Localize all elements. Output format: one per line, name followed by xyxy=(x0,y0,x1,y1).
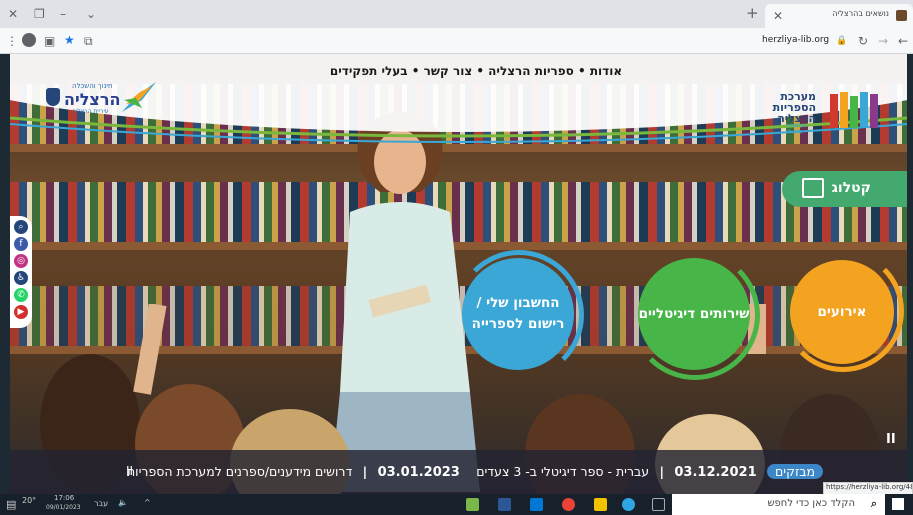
top-navigation[interactable]: אודות • ספריות הרצליה • צור קשר • בעלי ת… xyxy=(326,64,626,78)
my-account-register-button[interactable]: החשבון שלי / רישום לספרייה xyxy=(462,258,574,370)
outlook-icon[interactable] xyxy=(530,498,543,511)
taskbar-language[interactable]: עבר xyxy=(94,499,108,508)
search-icon: ⌕ xyxy=(870,497,877,510)
lock-icon[interactable]: 🔒 xyxy=(836,34,847,48)
url-field[interactable]: herzliya-lib.org xyxy=(762,35,829,45)
volume-icon[interactable]: 🔈 xyxy=(118,498,128,507)
tab-title: נושאים בהרצליה xyxy=(832,9,889,18)
word-icon[interactable] xyxy=(498,498,511,511)
notifications-icon[interactable]: ▤ xyxy=(6,498,16,511)
tab-favicon-icon xyxy=(896,10,907,21)
browser-tab[interactable]: ✕ נושאים בהרצליה xyxy=(765,4,913,28)
herzliya-education-logo[interactable]: חינוך והשכלה הרצליה עיריית הרצליה xyxy=(46,82,156,118)
restore-icon[interactable]: ❐ xyxy=(34,7,45,21)
windows-start-icon[interactable] xyxy=(892,498,904,510)
accessibility-icon[interactable]: ♿ xyxy=(14,271,28,285)
news-item-1-text[interactable]: עברית - ספר דיגיטלי ב- 3 צעדים xyxy=(476,464,649,479)
edge-icon[interactable] xyxy=(622,498,635,511)
minimize-icon[interactable]: – xyxy=(60,7,66,21)
collections-icon[interactable]: ⧉ xyxy=(84,34,93,48)
search-icon[interactable]: ⌕ xyxy=(14,220,28,234)
tab-dropdown-icon[interactable]: ⌄ xyxy=(86,7,96,21)
taskbar-temp: 20° xyxy=(22,496,37,505)
digital-services-button[interactable]: שירותים דיגיטליים xyxy=(638,258,750,370)
events-button[interactable]: אירועים xyxy=(790,260,894,364)
whatsapp-icon[interactable]: ✆ xyxy=(14,288,28,302)
browser-tab-bar: ✕ ❐ – ⌄ + ✕ נושאים בהרצליה xyxy=(0,0,913,28)
chrome-icon[interactable] xyxy=(562,498,575,511)
slider-pause-icon[interactable]: II xyxy=(886,432,896,447)
windows-taskbar: ▤ 20° 17:06 09/01/2023 עבר 🔈 ^ הקלד כאן … xyxy=(0,494,913,515)
forward-icon[interactable]: → xyxy=(878,34,888,48)
facebook-icon[interactable]: f xyxy=(14,237,28,251)
news-badge: מבזקים xyxy=(766,464,823,479)
news-item-2-text[interactable]: דרושים מידענים/ספרנים למערכת הספריות xyxy=(127,464,352,479)
website-viewport: אודות • ספריות הרצליה • צור קשר • בעלי ת… xyxy=(10,54,907,494)
task-view-icon[interactable] xyxy=(652,498,665,511)
file-explorer-icon[interactable] xyxy=(594,498,607,511)
news-separator: | xyxy=(362,464,368,479)
taskbar-search-box[interactable]: הקלד כאן כדי לחפש ⌕ xyxy=(672,494,885,515)
catalog-book-icon xyxy=(802,178,824,198)
back-icon[interactable]: ← xyxy=(898,34,908,48)
taskbar-search-placeholder: הקלד כאן כדי לחפש xyxy=(767,498,855,509)
sidebar-icon[interactable]: ▣ xyxy=(44,34,55,48)
news-item-1-date[interactable]: 03.12.2021 xyxy=(674,465,756,480)
news-separator: | xyxy=(659,464,665,479)
game-app-icon[interactable] xyxy=(466,498,479,511)
star-bird-icon xyxy=(122,82,156,112)
emblem-icon xyxy=(46,88,60,106)
star-icon[interactable]: ★ xyxy=(64,33,75,47)
close-window-icon[interactable]: ✕ xyxy=(8,7,18,21)
profile-icon[interactable] xyxy=(22,33,36,47)
news-ticker: מבזקים 03.12.2021 | עברית - ספר דיגיטלי … xyxy=(10,450,907,494)
taskbar-time[interactable]: 17:06 xyxy=(54,494,74,502)
ticker-pause-icon[interactable]: II xyxy=(126,464,133,478)
address-bar: ⋮ ▣ ★ ⧉ herzliya-lib.org 🔒 ↻ → ← xyxy=(0,28,913,54)
youtube-icon[interactable]: ▶ xyxy=(14,305,28,319)
reload-icon[interactable]: ↻ xyxy=(858,34,868,48)
news-item-2-date[interactable]: 03.01.2023 xyxy=(378,465,460,480)
logo-line3: עיריית הרצליה xyxy=(72,108,109,115)
bookspines-icon xyxy=(830,92,878,128)
catalog-button[interactable]: קטלוג xyxy=(782,171,907,207)
new-tab-icon[interactable]: + xyxy=(746,6,759,21)
social-sidebar: ⌕ f ◎ ♿ ✆ ▶ xyxy=(10,216,32,328)
tray-chevron-icon[interactable]: ^ xyxy=(144,498,151,507)
catalog-label: קטלוג xyxy=(831,180,871,196)
library-system-logo[interactable]: מערכת הספריות הרצליה herzliya-lib.org xyxy=(773,90,896,135)
tab-close-icon[interactable]: ✕ xyxy=(773,9,783,23)
instagram-icon[interactable]: ◎ xyxy=(14,254,28,268)
logo-line1: חינוך והשכלה xyxy=(72,82,113,90)
menu-icon[interactable]: ⋮ xyxy=(6,34,18,48)
logo-line4: herzliya-lib.org xyxy=(786,123,808,135)
taskbar-date[interactable]: 09/01/2023 xyxy=(46,504,81,511)
logo-line2: הרצליה xyxy=(64,90,121,109)
